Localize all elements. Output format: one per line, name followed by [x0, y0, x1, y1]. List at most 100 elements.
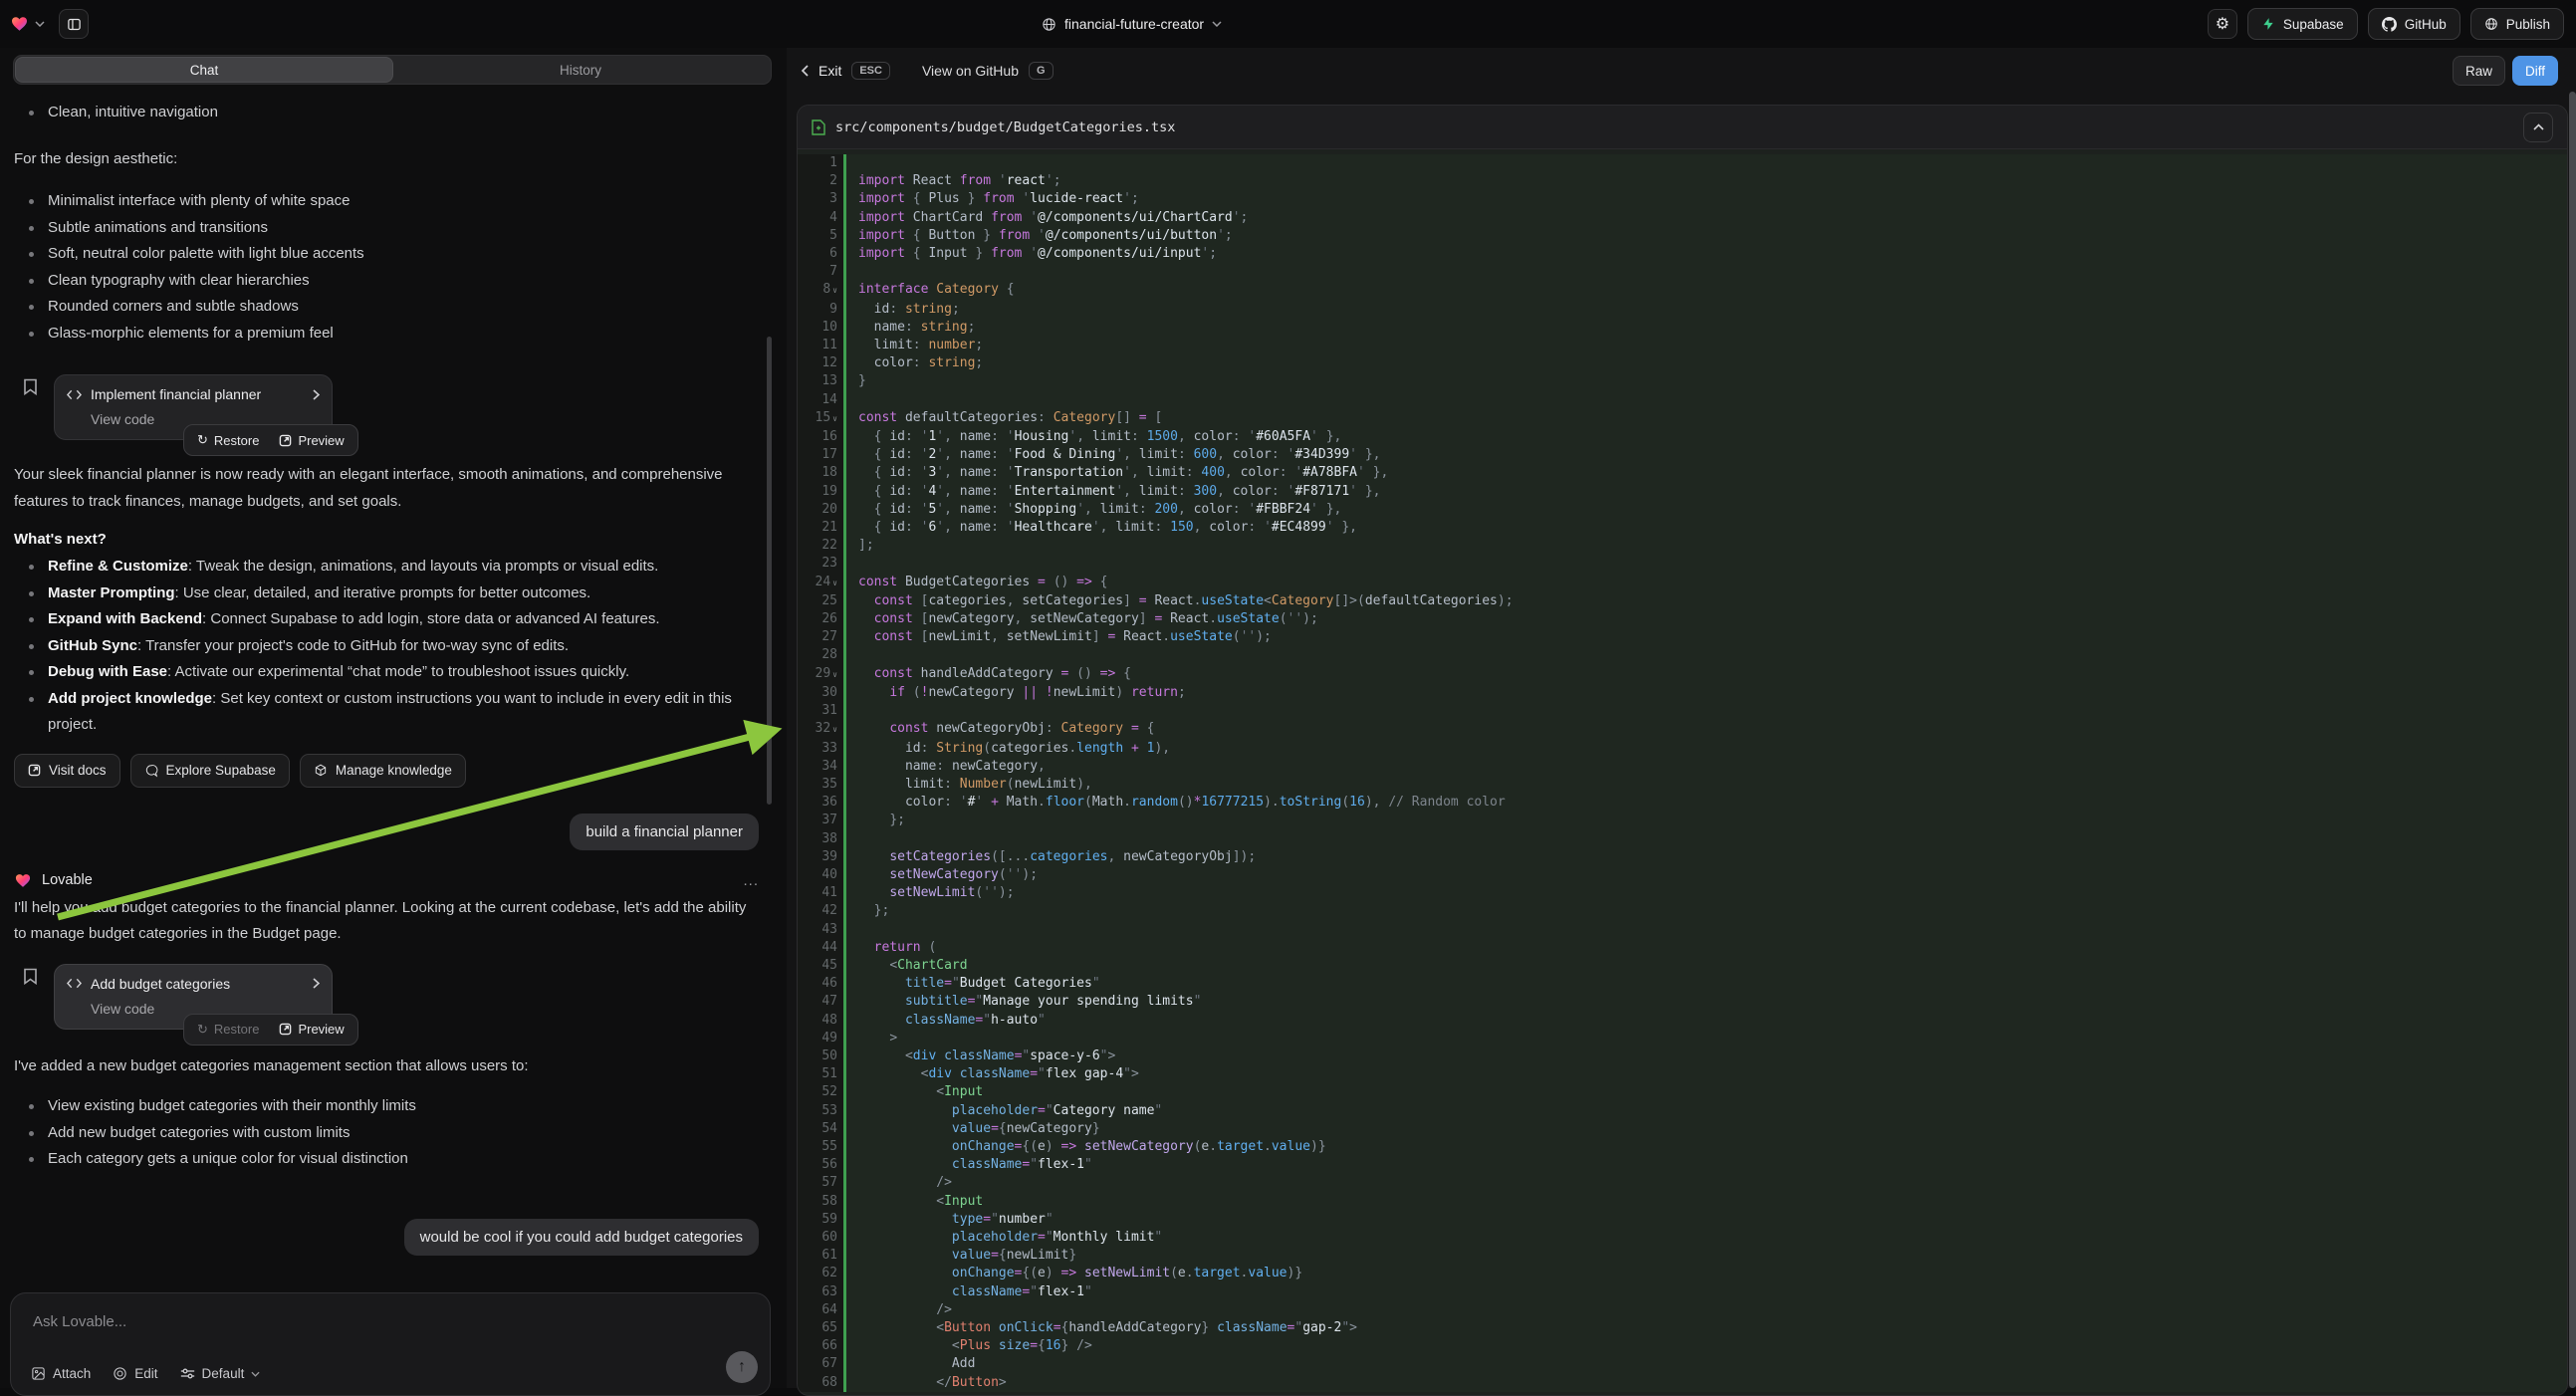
list-item: Debug with Ease: Activate our experiment… — [14, 659, 759, 686]
code-line: 17 { id: '2', name: 'Food & Dining', lim… — [798, 446, 2567, 464]
line-number: 57 — [798, 1174, 843, 1192]
settings-button[interactable]: ⚙ — [2208, 9, 2237, 39]
code-line-content: onChange={(e) => setNewLimit(e.target.va… — [843, 1265, 2567, 1282]
fold-chevron-icon[interactable]: ∨ — [832, 579, 837, 587]
bookmark-icon[interactable] — [23, 378, 38, 395]
line-number: 45 — [798, 957, 843, 975]
line-number: 22 — [798, 537, 843, 555]
code-line-content: color: string; — [843, 354, 2567, 372]
fold-chevron-icon[interactable]: ∨ — [832, 286, 837, 295]
line-number: 63 — [798, 1283, 843, 1301]
code-line-content: interface Category { — [843, 281, 2567, 300]
window-scrollbar[interactable] — [2569, 92, 2576, 1388]
restore-button[interactable]: ↻ Restore — [188, 432, 268, 448]
raw-toggle-button[interactable]: Raw — [2453, 56, 2505, 86]
code-line-content — [843, 921, 2567, 939]
action-buttons-row: Visit docs Explore Supabase Manage knowl… — [14, 754, 759, 788]
collapse-file-button[interactable] — [2523, 113, 2553, 142]
fold-chevron-icon[interactable]: ∨ — [832, 670, 837, 679]
line-number: 9 — [798, 301, 843, 319]
code-line-content: ]; — [843, 537, 2567, 555]
chat-input[interactable] — [33, 1313, 630, 1330]
code-line: 45 <ChartCard — [798, 957, 2567, 975]
exit-button[interactable]: Exit — [819, 63, 841, 79]
line-number: 56 — [798, 1156, 843, 1174]
chat-scroll-area[interactable]: Clean, intuitive navigation For the desi… — [0, 88, 787, 1388]
line-number: 37 — [798, 812, 843, 829]
line-number: 61 — [798, 1247, 843, 1265]
fold-chevron-icon[interactable]: ∨ — [832, 725, 837, 734]
back-chevron-icon[interactable] — [801, 65, 809, 77]
model-selector[interactable]: Default — [180, 1366, 261, 1381]
line-number: 52 — [798, 1083, 843, 1101]
github-button[interactable]: GitHub — [2368, 8, 2460, 40]
code-line-content: import { Button } from '@/components/ui/… — [843, 227, 2567, 245]
code-line-content: if (!newCategory || !newLimit) return; — [843, 684, 2567, 702]
message-menu-button[interactable]: ... — [743, 872, 759, 889]
code-line: 5import { Button } from '@/components/ui… — [798, 227, 2567, 245]
supabase-button[interactable]: Supabase — [2247, 8, 2358, 40]
external-link-icon — [28, 764, 41, 777]
project-switcher[interactable]: financial-future-creator — [1042, 0, 1222, 48]
fold-chevron-icon[interactable]: ∨ — [832, 414, 837, 423]
code-line: 42 }; — [798, 902, 2567, 920]
code-line: 34 name: newCategory, — [798, 758, 2567, 776]
list-item: Clean typography with clear hierarchies — [14, 268, 759, 295]
edit-button[interactable]: Edit — [113, 1366, 157, 1381]
code-line: 59 type="number" — [798, 1211, 2567, 1229]
code-line: 54 value={newCategory} — [798, 1120, 2567, 1138]
chat-bubble-icon — [144, 764, 158, 778]
line-number: 18 — [798, 464, 843, 482]
line-number: 25 — [798, 592, 843, 610]
line-number: 7 — [798, 263, 843, 281]
code-line-content: const [categories, setCategories] = Reac… — [843, 592, 2567, 610]
code-line: 55 onChange={(e) => setNewCategory(e.tar… — [798, 1138, 2567, 1156]
code-editor[interactable]: 12import React from 'react';3import { Pl… — [798, 150, 2567, 1395]
user-message-row: would be cool if you could add budget ca… — [14, 1219, 759, 1256]
code-line: 2import React from 'react'; — [798, 172, 2567, 190]
code-line-content: type="number" — [843, 1211, 2567, 1229]
code-line: 36 color: '#' + Math.floor(Math.random()… — [798, 794, 2567, 812]
code-line-content: value={newLimit} — [843, 1247, 2567, 1265]
attach-button[interactable]: Attach — [31, 1366, 91, 1381]
tab-chat[interactable]: Chat — [16, 58, 392, 82]
line-number: 62 — [798, 1265, 843, 1282]
line-number: 6 — [798, 245, 843, 263]
lovable-logo-icon[interactable] — [10, 15, 29, 33]
code-line-content — [843, 154, 2567, 172]
code-line: 21 { id: '6', name: 'Healthcare', limit:… — [798, 519, 2567, 537]
code-line-content: name: newCategory, — [843, 758, 2567, 776]
chat-scrollbar[interactable] — [767, 337, 772, 805]
preview-button[interactable]: Preview — [270, 433, 352, 448]
logo-caret-icon[interactable] — [35, 21, 45, 27]
manage-knowledge-button[interactable]: Manage knowledge — [300, 754, 466, 788]
code-brackets-icon — [67, 978, 82, 989]
diff-toggle-button[interactable]: Diff — [2512, 56, 2558, 86]
publish-button[interactable]: Publish — [2470, 8, 2564, 40]
preview-button[interactable]: Preview — [270, 1022, 352, 1037]
list-item-lead: Refine & Customize — [48, 558, 188, 575]
toggle-sidebar-button[interactable] — [59, 9, 89, 39]
code-line-content: <Input — [843, 1083, 2567, 1101]
explore-supabase-button[interactable]: Explore Supabase — [130, 754, 290, 788]
code-line-content: name: string; — [843, 319, 2567, 337]
code-line-content: <div className="flex gap-4"> — [843, 1065, 2567, 1083]
list-item: Minimalist interface with plenty of whit… — [14, 188, 759, 215]
tab-history[interactable]: History — [392, 58, 769, 82]
restore-icon: ↻ — [197, 432, 208, 448]
list-item-lead: GitHub Sync — [48, 637, 137, 654]
user-message-bubble: build a financial planner — [570, 814, 759, 850]
line-number: 35 — [798, 776, 843, 794]
restore-button[interactable]: ↻ Restore — [188, 1022, 268, 1038]
bookmark-icon[interactable] — [23, 968, 38, 985]
line-number: 46 — [798, 975, 843, 993]
assistant-outro: I've added a new budget categories manag… — [14, 1053, 759, 1080]
line-number: 39 — [798, 848, 843, 866]
assistant-sender-row: Lovable ... — [14, 872, 759, 889]
visit-docs-button[interactable]: Visit docs — [14, 754, 120, 788]
code-line-content: <Plus size={16} /> — [843, 1337, 2567, 1355]
code-line: 64 /> — [798, 1301, 2567, 1319]
send-button[interactable]: ↑ — [726, 1351, 758, 1383]
code-line: 52 <Input — [798, 1083, 2567, 1101]
view-on-github-button[interactable]: View on GitHub — [922, 63, 1019, 79]
